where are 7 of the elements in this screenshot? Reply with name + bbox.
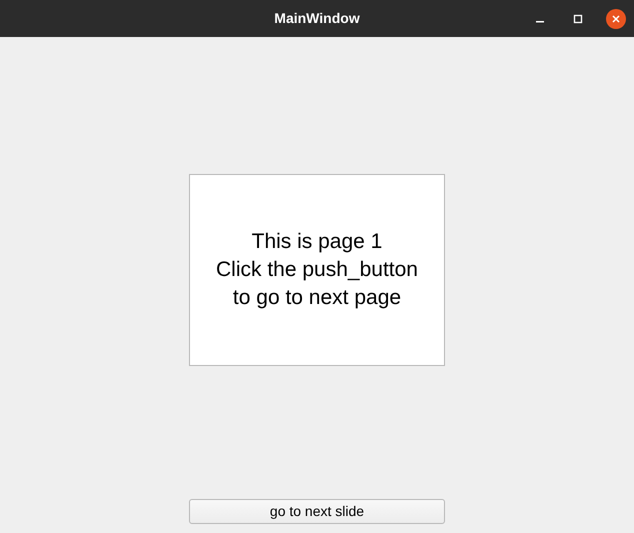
maximize-icon: [573, 14, 583, 24]
close-icon: [611, 14, 621, 24]
close-button[interactable]: [606, 8, 626, 28]
window-title: MainWindow: [274, 9, 360, 28]
minimize-icon: [536, 20, 544, 22]
page-text: This is page 1 Click the push_button to go to next page: [216, 229, 418, 311]
next-slide-button[interactable]: go to next slide: [189, 499, 445, 524]
